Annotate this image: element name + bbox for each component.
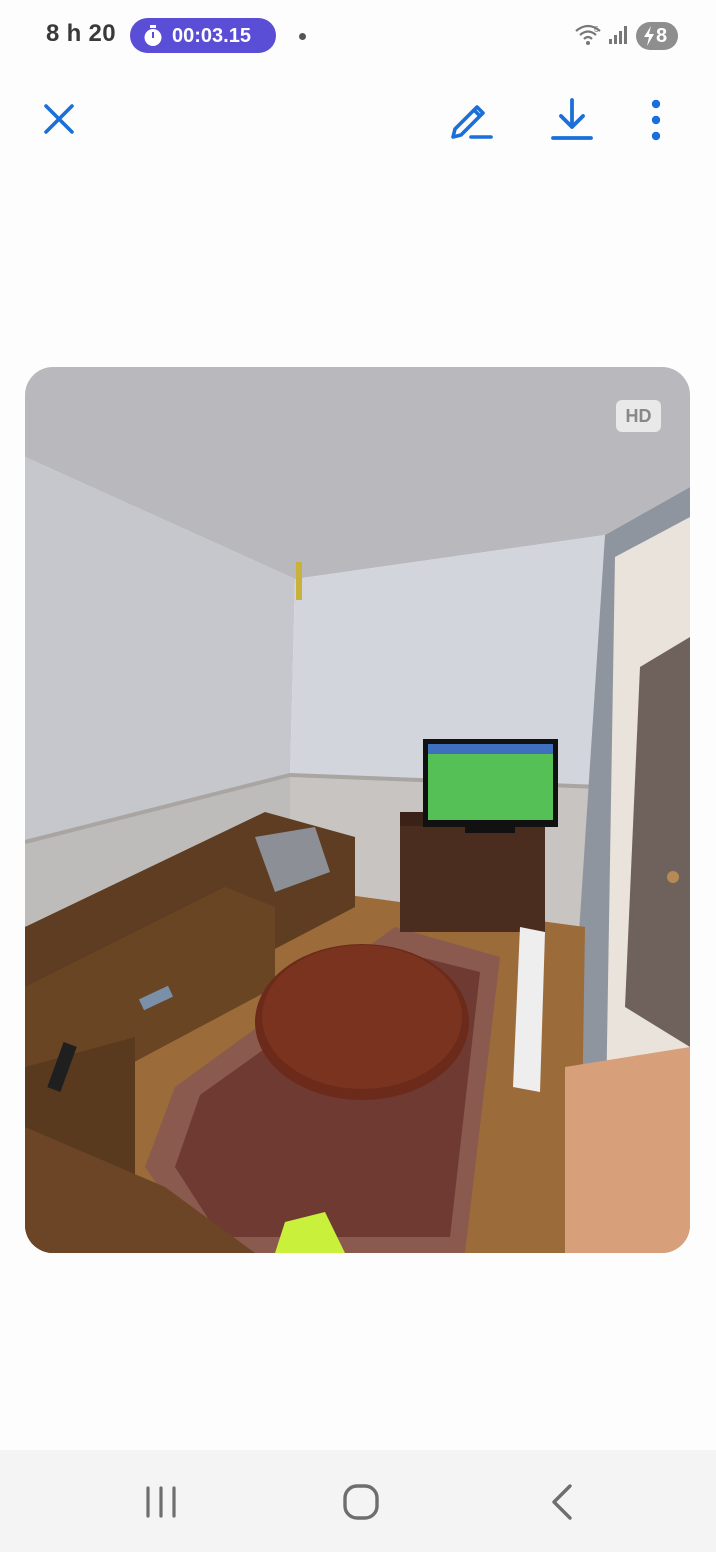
edit-pen-icon — [451, 105, 493, 139]
status-bar: 8 h 20 00:03.15 6 8 — [0, 0, 716, 72]
stopwatch-icon — [144, 25, 162, 46]
signal-icon — [609, 26, 627, 44]
more-vert-icon — [651, 99, 661, 141]
back-button[interactable] — [532, 1478, 592, 1526]
screen-recording-timer[interactable]: 00:03.15 — [130, 18, 276, 53]
home-icon — [343, 1484, 379, 1520]
more-options-button[interactable] — [636, 94, 676, 146]
photo-preview[interactable]: HD — [25, 367, 690, 1253]
image-viewer-toolbar — [0, 80, 716, 160]
wifi-icon: 6 — [575, 24, 601, 45]
recents-icon — [146, 1486, 176, 1518]
home-button[interactable] — [331, 1478, 391, 1526]
download-button[interactable] — [546, 94, 598, 146]
room-photo-image — [25, 367, 690, 1253]
status-time: 8 h 20 — [46, 20, 116, 47]
system-navigation-bar — [0, 1450, 716, 1552]
battery-indicator: 8 — [636, 22, 678, 50]
svg-text:6: 6 — [594, 25, 599, 34]
notification-dot — [299, 33, 306, 40]
recents-button[interactable] — [131, 1478, 191, 1526]
hd-badge: HD — [616, 400, 661, 432]
timer-text: 00:03.15 — [172, 25, 251, 47]
close-button[interactable] — [34, 94, 84, 144]
back-icon — [552, 1484, 572, 1520]
close-icon — [44, 104, 74, 134]
battery-charging-icon — [644, 26, 654, 46]
battery-level: 8 — [656, 25, 668, 47]
download-icon — [551, 98, 593, 140]
edit-button[interactable] — [444, 94, 496, 146]
